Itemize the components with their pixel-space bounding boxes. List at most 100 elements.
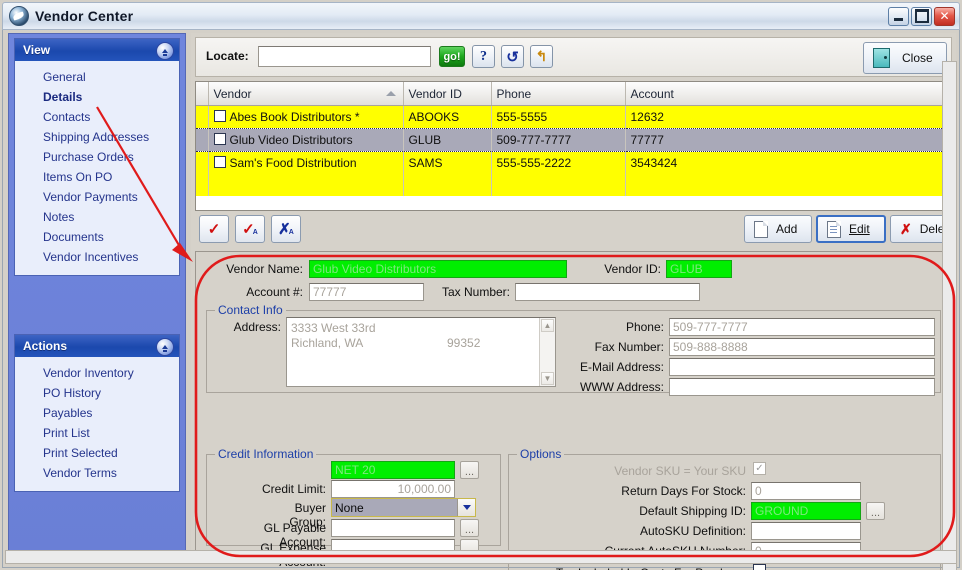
sidebar-item-payables[interactable]: Payables <box>15 403 179 423</box>
close-button[interactable]: Close <box>863 42 947 74</box>
cell-vendor[interactable]: Abes Book Distributors * <box>208 105 404 129</box>
sidebar-item-vendor-inventory[interactable]: Vendor Inventory <box>15 363 179 383</box>
table-empty-area <box>196 174 951 196</box>
title-bar: Vendor Center ✕ <box>2 2 960 30</box>
close-button-label: Close <box>902 51 933 65</box>
return-days-field[interactable]: 0 <box>751 482 861 500</box>
sidebar: View General Details Contacts Shipping A… <box>8 33 186 561</box>
sidebar-item-documents[interactable]: Documents <box>15 227 179 247</box>
default-shipping-browse-button[interactable]: ... <box>866 502 885 520</box>
jump-button[interactable]: ↰ <box>530 45 553 68</box>
sidebar-item-items-on-po[interactable]: Items On PO <box>15 167 179 187</box>
gl-payable-browse-button[interactable]: ... <box>460 519 479 537</box>
vendor-table[interactable]: Vendor Vendor ID Phone Account Abes Book… <box>195 81 952 211</box>
vendor-id-field[interactable]: GLUB <box>666 260 732 278</box>
window-horizontal-scrollbar[interactable] <box>5 550 957 564</box>
vendor-sku-label: Vendor SKU = Your SKU <box>614 464 746 478</box>
cell-vendor[interactable]: Glub Video Distributors <box>208 128 404 152</box>
credit-limit-field[interactable]: 10,000.00 <box>331 480 455 498</box>
refresh-button[interactable]: ↺ <box>501 45 524 68</box>
edit-document-icon <box>827 220 841 238</box>
email-field[interactable] <box>669 358 935 376</box>
table-row[interactable]: Sam's Food Distribution SAMS 555-555-222… <box>196 151 951 174</box>
sidebar-item-vendor-incentives[interactable]: Vendor Incentives <box>15 247 179 267</box>
default-shipping-field[interactable]: GROUND <box>751 502 861 520</box>
chevron-up-icon[interactable] <box>156 338 174 356</box>
tax-included-checkbox[interactable] <box>753 564 766 570</box>
scroll-up-icon[interactable]: ▲ <box>541 319 554 332</box>
tax-number-field[interactable] <box>515 283 700 301</box>
sidebar-panel-view: View General Details Contacts Shipping A… <box>14 38 180 276</box>
new-document-icon <box>754 220 768 238</box>
row-gutter-cell <box>196 128 209 152</box>
help-button[interactable]: ? <box>472 45 495 68</box>
terms-browse-button[interactable]: ... <box>460 461 479 479</box>
check-icon: ✓ <box>207 221 221 238</box>
buyer-group-select[interactable]: None <box>331 498 476 517</box>
cell-phone: 555-555-2222 <box>491 151 626 174</box>
column-header-phone[interactable]: Phone <box>491 82 626 106</box>
row-gutter-header <box>196 82 209 106</box>
sidebar-item-vendor-terms[interactable]: Vendor Terms <box>15 463 179 483</box>
vendor-sku-checkbox[interactable]: ✓ <box>753 462 766 475</box>
sidebar-item-notes[interactable]: Notes <box>15 207 179 227</box>
close-icon: ✕ <box>939 9 950 23</box>
check-all-button[interactable]: ✓ A <box>235 215 265 243</box>
table-row[interactable]: Abes Book Distributors * ABOOKS 555-5555… <box>196 105 951 129</box>
cell-vendor-id: ABOOKS <box>403 105 492 129</box>
vendor-id-label: Vendor ID: <box>604 262 661 276</box>
sidebar-item-details[interactable]: Details <box>15 87 179 107</box>
terms-field[interactable]: NET 20 <box>331 461 455 479</box>
address-scrollbar[interactable]: ▲ ▼ <box>539 318 555 386</box>
cell-account: 12632 <box>625 105 951 129</box>
uncheck-all-button[interactable]: ✗ A <box>271 215 301 243</box>
sidebar-item-po-history[interactable]: PO History <box>15 383 179 403</box>
fax-label: Fax Number: <box>594 340 664 354</box>
minimize-button[interactable] <box>888 6 909 26</box>
vendor-name-field[interactable]: Glub Video Distributors <box>309 260 567 278</box>
column-header-vendor-id[interactable]: Vendor ID <box>403 82 492 106</box>
sidebar-item-shipping-addresses[interactable]: Shipping Addresses <box>15 127 179 147</box>
account-number-field[interactable]: 77777 <box>309 283 424 301</box>
window-vertical-scrollbar[interactable] <box>942 61 957 570</box>
sidebar-item-print-selected[interactable]: Print Selected <box>15 443 179 463</box>
maximize-button[interactable] <box>911 6 932 26</box>
add-button[interactable]: Add <box>744 215 812 243</box>
locate-label: Locate: <box>206 49 249 63</box>
tax-included-label: Tax Included In Costs For Purchase Order… <box>516 566 746 570</box>
sidebar-item-general[interactable]: General <box>15 67 179 87</box>
phone-field[interactable]: 509-777-7777 <box>669 318 935 336</box>
table-row[interactable]: Glub Video Distributors GLUB 509-777-777… <box>196 128 951 152</box>
view-panel-header[interactable]: View <box>15 39 179 61</box>
gl-payable-field[interactable] <box>331 519 455 537</box>
actions-panel-header[interactable]: Actions <box>15 335 179 357</box>
address-label: Address: <box>233 320 281 334</box>
sidebar-item-vendor-payments[interactable]: Vendor Payments <box>15 187 179 207</box>
chevron-down-icon[interactable] <box>457 499 475 516</box>
autosku-definition-field[interactable] <box>751 522 861 540</box>
window-title: Vendor Center <box>35 8 134 24</box>
edit-button[interactable]: Edit <box>816 215 886 243</box>
column-header-account[interactable]: Account <box>625 82 951 106</box>
table-header-row: Vendor Vendor ID Phone Account <box>196 82 951 106</box>
chevron-up-icon[interactable] <box>156 42 174 60</box>
locate-toolbar: Locate: go! ? ↺ ↰ Close <box>195 37 952 77</box>
fax-field[interactable]: 509-888-8888 <box>669 338 935 356</box>
column-header-vendor[interactable]: Vendor <box>208 82 404 106</box>
sidebar-item-contacts[interactable]: Contacts <box>15 107 179 127</box>
cell-vendor[interactable]: Sam's Food Distribution <box>208 151 404 174</box>
scroll-down-icon[interactable]: ▼ <box>541 372 554 385</box>
locate-input[interactable] <box>258 46 431 67</box>
www-field[interactable] <box>669 378 935 396</box>
check-row-button[interactable]: ✓ <box>199 215 229 243</box>
address-zip: 99352 <box>447 336 481 350</box>
sidebar-item-purchase-orders[interactable]: Purchase Orders <box>15 147 179 167</box>
vendor-name-label: Vendor Name: <box>226 262 303 276</box>
close-window-button[interactable]: ✕ <box>934 6 955 26</box>
row-checkbox[interactable] <box>213 133 226 145</box>
sidebar-item-print-list[interactable]: Print List <box>15 423 179 443</box>
go-button[interactable]: go! <box>439 46 465 67</box>
row-checkbox[interactable] <box>213 156 226 168</box>
address-textarea[interactable]: 3333 West 33rd Richland, WA 99352 ▲ ▼ <box>286 317 556 387</box>
row-checkbox[interactable] <box>213 110 226 122</box>
